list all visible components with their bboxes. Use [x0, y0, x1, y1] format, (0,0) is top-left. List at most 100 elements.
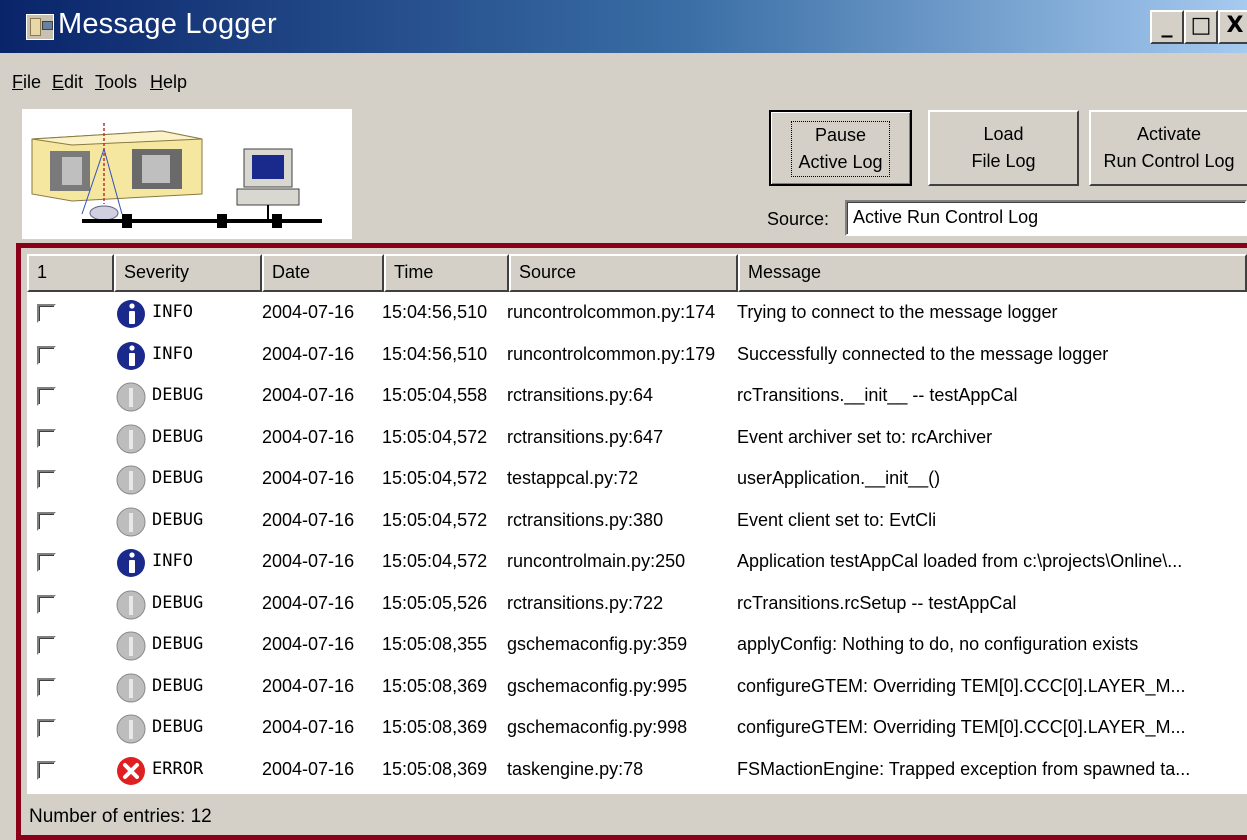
table-row[interactable]: DEBUG 2004-07-16 15:05:08,369 gschemaconfig…	[27, 708, 1247, 750]
time-cell: 15:05:08,369	[382, 675, 488, 696]
date-cell: 2004-07-16	[262, 592, 355, 613]
date-cell: 2004-07-16	[262, 385, 355, 405]
time-cell: 15:04:56,510	[382, 343, 488, 364]
window-title: Message Logger	[58, 8, 277, 40]
source-cell: gschemaconfig.py:359	[507, 634, 688, 654]
date-cell: 2004-07-16	[262, 302, 355, 322]
close-button[interactable]: X	[1218, 10, 1247, 44]
source-cell: rctransitions.py:380	[507, 509, 664, 530]
date-cell: 2004-07-16	[262, 634, 355, 654]
source-cell: runcontrolmain.py:250	[507, 551, 686, 571]
time-cell: 15:05:04,572	[382, 551, 488, 571]
source-cell: testappcal.py:72	[507, 468, 639, 488]
status-bar: Number of entries: 12	[29, 806, 212, 827]
date-cell: 2004-07-16	[262, 468, 355, 488]
severity-cell: DEBUG	[152, 634, 204, 654]
row-checkbox[interactable]	[37, 636, 56, 655]
column-header-date[interactable]: Date	[262, 254, 384, 292]
row-checkbox[interactable]	[37, 345, 56, 365]
row-checkbox[interactable]	[37, 677, 56, 697]
time-cell: 15:04:56,510	[382, 302, 488, 322]
menu-file[interactable]: File	[12, 72, 41, 93]
minimize-button[interactable]: _	[1150, 10, 1184, 44]
severity-cell: DEBUG	[152, 675, 204, 696]
row-checkbox[interactable]	[37, 304, 56, 323]
severity-cell: INFO	[152, 302, 193, 322]
message-cell: FSMactionEngine: Trapped exception from …	[737, 758, 1191, 779]
row-checkbox[interactable]	[37, 428, 56, 448]
menu-bar: File Edit Tools Help	[0, 59, 1247, 103]
activate-run-control-log-button[interactable]: Activate Run Control Log	[1089, 110, 1247, 186]
maximize-button[interactable]: □	[1184, 10, 1218, 44]
title-bar[interactable]: Message Logger _ □ X	[0, 0, 1247, 56]
severity-cell: DEBUG	[152, 592, 204, 613]
time-cell: 15:05:08,369	[382, 717, 488, 737]
message-cell: Event client set to: EvtCli	[737, 509, 937, 530]
load-file-log-button[interactable]: Load File Log	[928, 110, 1079, 186]
info-icon	[117, 300, 145, 328]
row-checkbox[interactable]	[37, 760, 56, 780]
error-icon	[117, 756, 145, 785]
severity-cell: ERROR	[152, 758, 204, 779]
log-panel: 1 Severity Date Time Source Message INFO…	[16, 243, 1247, 840]
source-cell: rctransitions.py:64	[507, 385, 654, 405]
source-cell: runcontrolcommon.py:174	[507, 302, 716, 322]
message-cell: rcTransitions.rcSetup -- testAppCal	[737, 592, 1017, 613]
menu-help[interactable]: Help	[150, 72, 187, 93]
column-header-message[interactable]: Message	[738, 254, 1247, 292]
time-cell: 15:05:04,558	[382, 385, 488, 405]
pause-active-log-button[interactable]: Pause Active Log	[769, 110, 912, 186]
message-cell: configureGTEM: Overriding TEM[0].CCC[0].…	[737, 717, 1186, 737]
table-row[interactable]: INFO 2004-07-16 15:05:04,572 runcontrolmain…	[27, 542, 1247, 584]
column-header-select[interactable]: 1	[27, 254, 114, 292]
source-cell: gschemaconfig.py:995	[507, 675, 688, 696]
date-cell: 2004-07-16	[262, 426, 355, 447]
info-icon	[117, 549, 145, 577]
time-cell: 15:05:04,572	[382, 509, 488, 530]
table-row[interactable]: INFO 2004-07-16 15:04:56,510 runcontrolcomm…	[27, 293, 1247, 335]
table-row[interactable]: DEBUG 2004-07-16 15:05:05,526 rctransitions…	[27, 584, 1247, 626]
log-table[interactable]: 1 Severity Date Time Source Message INFO…	[27, 254, 1247, 794]
severity-cell: DEBUG	[152, 509, 204, 530]
row-checkbox[interactable]	[37, 719, 56, 738]
debug-icon	[116, 673, 146, 702]
debug-icon	[116, 507, 146, 536]
menu-edit[interactable]: Edit	[52, 72, 83, 93]
message-cell: Successfully connected to the message lo…	[737, 343, 1109, 364]
source-cell: rctransitions.py:647	[507, 426, 664, 447]
source-field[interactable]: Active Run Control Log	[845, 200, 1247, 236]
table-row[interactable]: DEBUG 2004-07-16 15:05:04,572 rctransitions…	[27, 501, 1247, 543]
table-row[interactable]: DEBUG 2004-07-16 15:05:08,355 gschemaconfig…	[27, 625, 1247, 667]
network-illustration	[31, 123, 322, 228]
time-cell: 15:05:05,526	[382, 592, 488, 613]
date-cell: 2004-07-16	[262, 758, 355, 779]
table-row[interactable]: ERROR 2004-07-16 15:05:08,369 taskengine.py…	[27, 750, 1247, 792]
table-row[interactable]: DEBUG 2004-07-16 15:05:08,369 gschemaconfig…	[27, 667, 1247, 709]
row-checkbox[interactable]	[37, 594, 56, 614]
message-cell: Application testAppCal loaded from c:\pr…	[737, 551, 1183, 571]
row-checkbox[interactable]	[37, 511, 56, 531]
column-header-severity[interactable]: Severity	[114, 254, 262, 292]
severity-cell: INFO	[152, 343, 193, 364]
source-label: Source:	[767, 209, 830, 229]
row-checkbox[interactable]	[37, 387, 56, 406]
source-cell: rctransitions.py:722	[507, 592, 664, 613]
table-row[interactable]: DEBUG 2004-07-16 15:05:04,558 rctransitions…	[27, 376, 1247, 418]
debug-icon	[116, 424, 146, 453]
row-checkbox[interactable]	[37, 470, 56, 489]
table-row[interactable]: INFO 2004-07-16 15:04:56,510 runcontrolcomm…	[27, 335, 1247, 377]
date-cell: 2004-07-16	[262, 551, 355, 571]
time-cell: 15:05:04,572	[382, 468, 488, 488]
row-checkbox[interactable]	[37, 553, 56, 572]
time-cell: 15:05:08,355	[382, 634, 488, 654]
column-header-source[interactable]: Source	[509, 254, 738, 292]
table-row[interactable]: DEBUG 2004-07-16 15:05:04,572 testappcal.py…	[27, 459, 1247, 501]
menu-tools[interactable]: Tools	[95, 72, 137, 93]
debug-icon	[116, 590, 146, 619]
info-icon	[117, 341, 145, 370]
table-row[interactable]: DEBUG 2004-07-16 15:05:04,572 rctransitions…	[27, 418, 1247, 460]
severity-cell: DEBUG	[152, 468, 204, 488]
time-cell: 15:05:08,369	[382, 758, 488, 779]
column-header-time[interactable]: Time	[384, 254, 509, 292]
logo-image	[22, 109, 352, 239]
